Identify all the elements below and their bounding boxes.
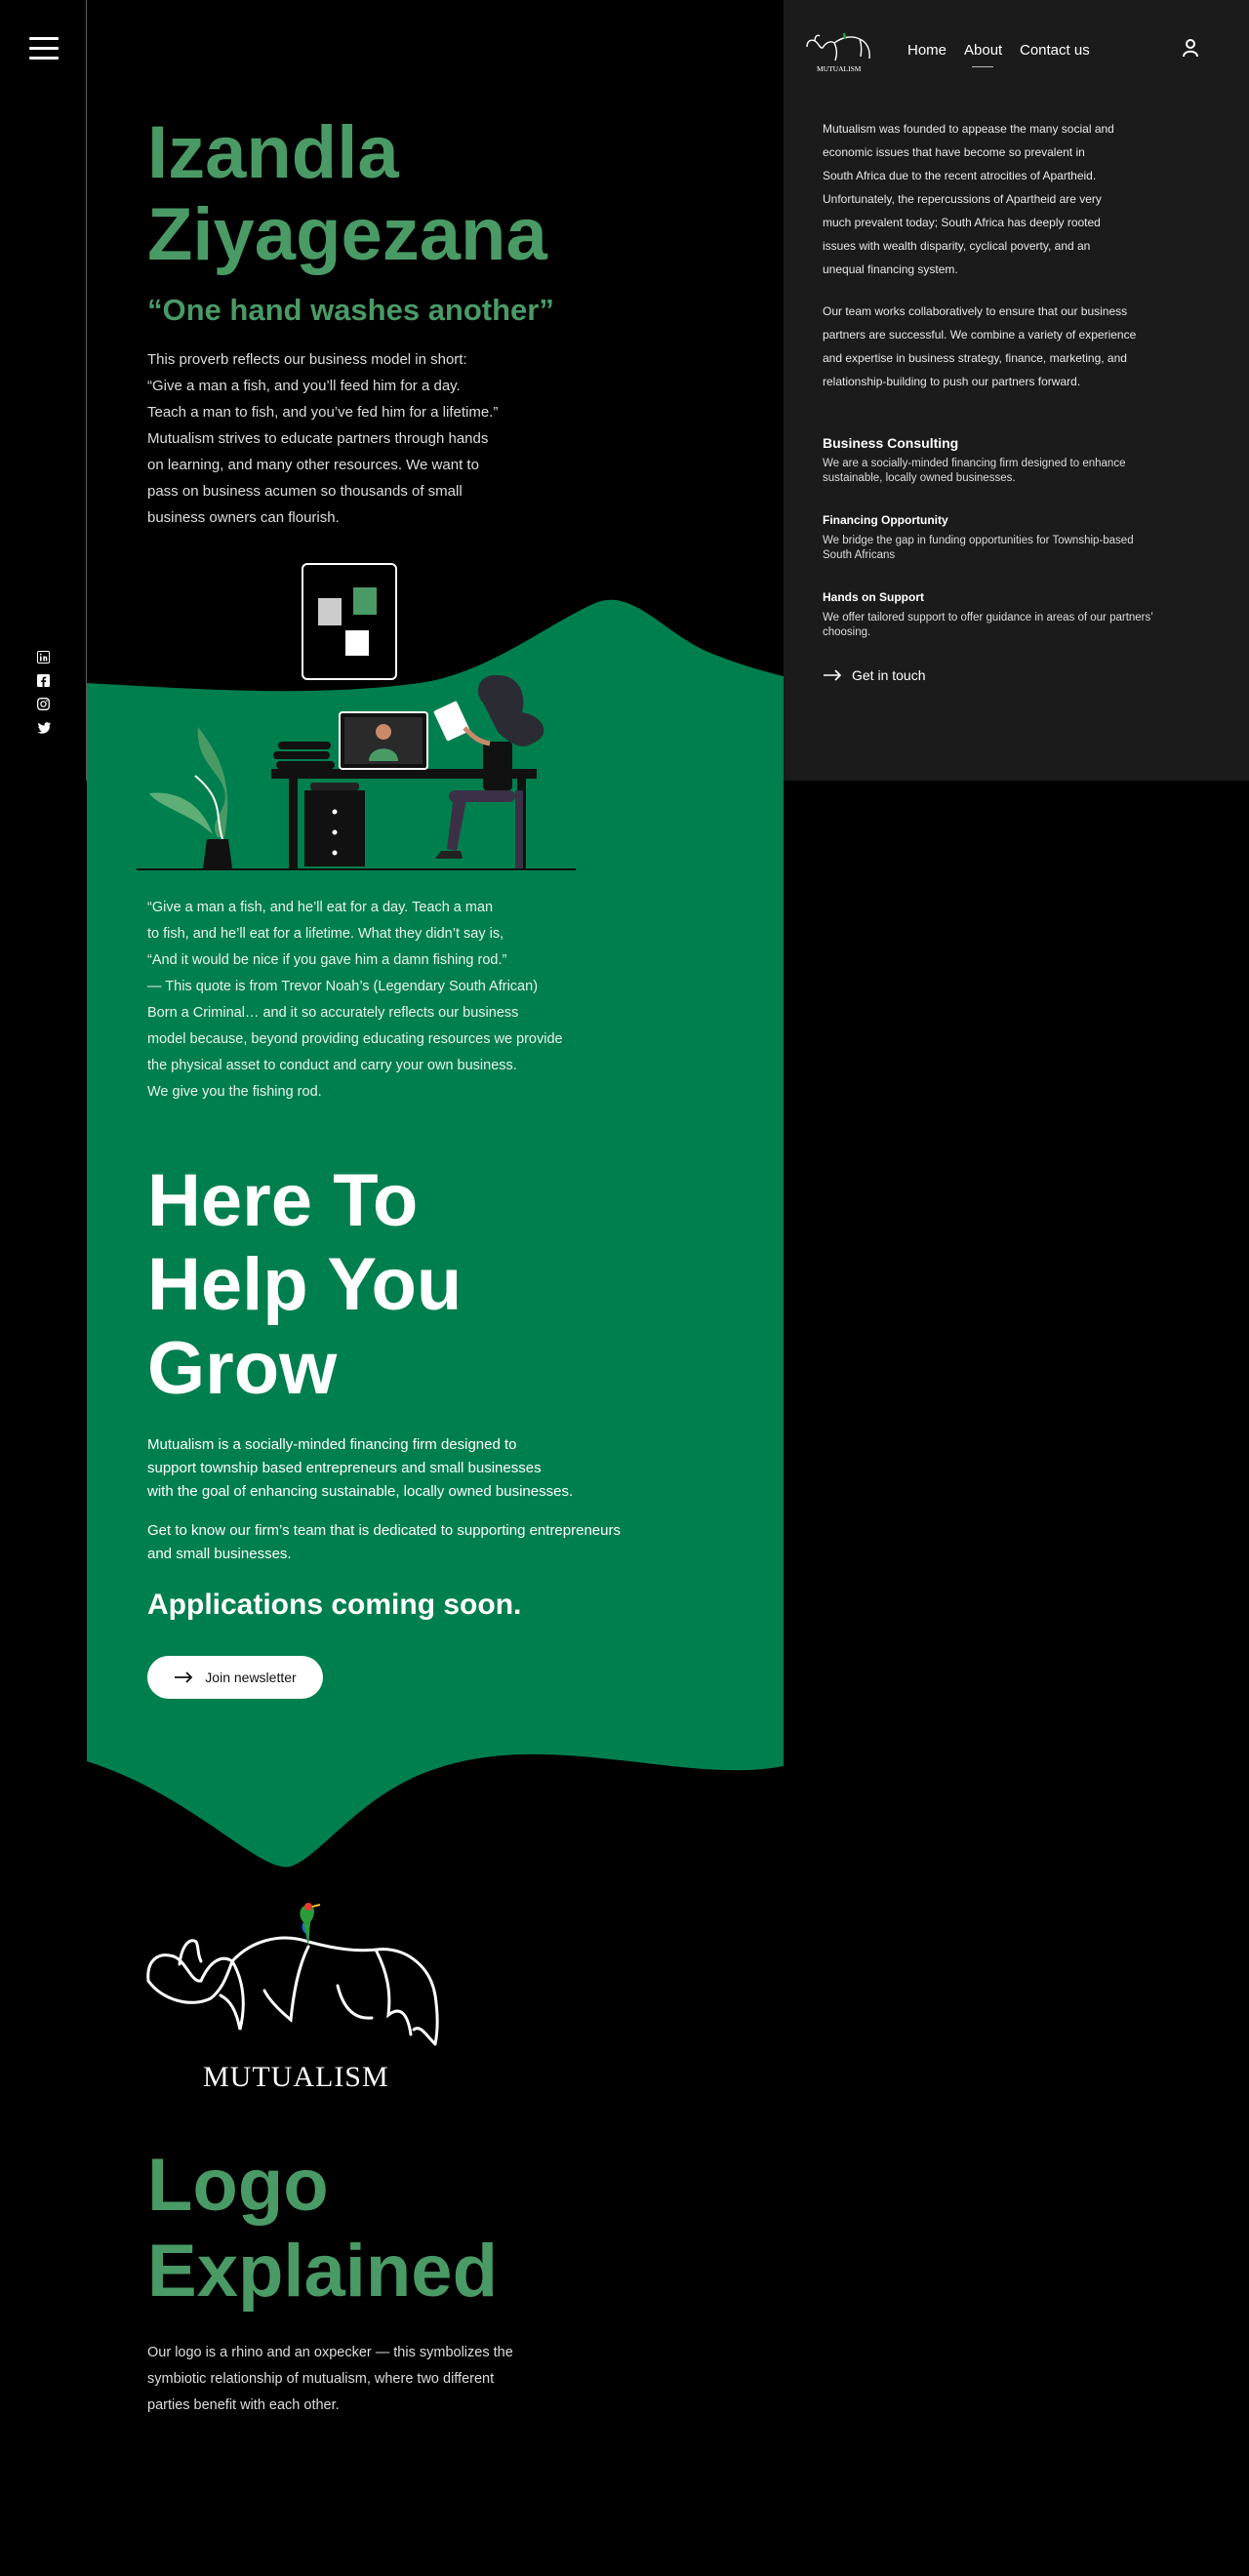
service-title-business-consulting: Business Consulting: [823, 435, 959, 451]
instagram-icon[interactable]: [36, 697, 51, 711]
trevor-noah-quote: “Give a man a fish, and he’ll eat for a …: [147, 900, 563, 1100]
nav-about[interactable]: About: [964, 42, 1002, 59]
join-newsletter-button[interactable]: Join newsletter: [147, 1656, 323, 1699]
service-title-hands-on: Hands on Support: [823, 590, 924, 604]
arrow-right-icon: [175, 1671, 193, 1683]
svg-text:MUTUALISM: MUTUALISM: [817, 64, 862, 73]
header-logo[interactable]: MUTUALISM: [805, 27, 873, 74]
logo-wordmark: MUTUALISM: [203, 2061, 389, 2093]
get-in-touch-label: Get in touch: [852, 667, 926, 683]
nav-active-underline: [972, 66, 993, 67]
get-in-touch-link[interactable]: Get in touch: [823, 667, 926, 683]
nav-home[interactable]: Home: [907, 42, 947, 59]
grow-title: Here To Help You Grow: [147, 1159, 463, 1410]
linkedin-icon[interactable]: [36, 650, 51, 664]
nav-contact[interactable]: Contact us: [1020, 42, 1090, 59]
mutualism-rhino-logo: MUTUALISM: [146, 1903, 439, 2093]
grow-paragraph-2: Get to know our firm’s team that is dedi…: [147, 1522, 621, 1562]
service-desc-business-consulting: We are a socially-minded financing firm …: [823, 458, 1126, 484]
twitter-icon[interactable]: [36, 720, 51, 735]
hero-body: This proverb reflects our business model…: [147, 351, 499, 526]
about-paragraph-2: Our team works collaboratively to ensure…: [823, 304, 1137, 388]
logo-explained-title: Logo Explained: [147, 2144, 498, 2313]
menu-icon[interactable]: [29, 37, 59, 60]
hero-title-line1: Izandla: [147, 111, 399, 194]
service-desc-hands-on: We offer tailored support to offer guida…: [823, 612, 1153, 638]
hero-title-line2: Ziyagezana: [147, 193, 547, 276]
join-newsletter-label: Join newsletter: [205, 1670, 297, 1685]
service-title-financing: Financing Opportunity: [823, 513, 948, 527]
applications-heading: Applications coming soon.: [147, 1589, 522, 1621]
hero-subtitle: “One hand washes another”: [147, 293, 554, 327]
grow-paragraph-1: Mutualism is a socially-minded financing…: [147, 1436, 574, 1500]
about-paragraph-1: Mutualism was founded to appease the man…: [823, 122, 1114, 276]
user-icon[interactable]: [1182, 38, 1199, 58]
facebook-icon[interactable]: [36, 673, 51, 688]
arrow-right-icon: [824, 669, 842, 681]
work-desk-illustration: [137, 563, 576, 870]
logo-explained-body: Our logo is a rhino and an oxpecker — th…: [147, 2345, 513, 2413]
service-desc-financing: We bridge the gap in funding opportuniti…: [823, 535, 1134, 561]
